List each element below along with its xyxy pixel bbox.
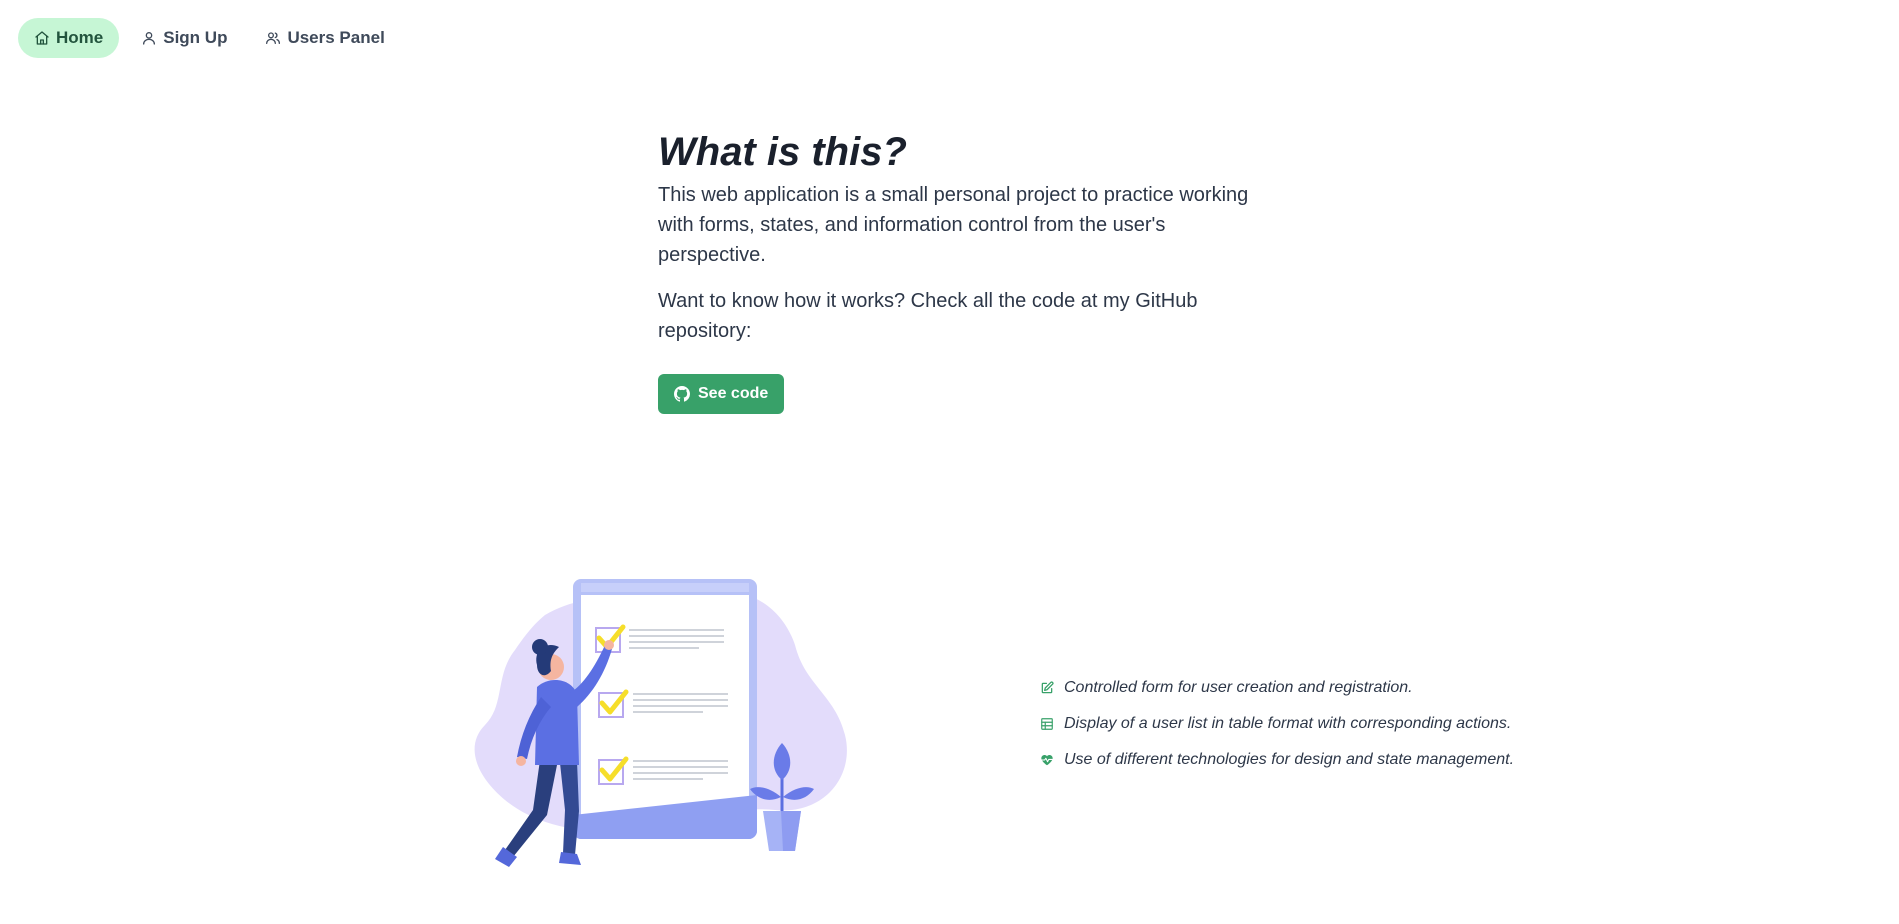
users-icon [266, 32, 281, 44]
github-icon [674, 386, 690, 402]
feature-item: Use of different technologies for design… [1040, 742, 1514, 778]
table-icon [1041, 718, 1053, 730]
nav-link-users-panel[interactable]: Users Panel [249, 18, 400, 58]
intro-paragraph-github: Want to know how it works? Check all the… [658, 290, 1198, 342]
nav-link-label: Home [56, 28, 104, 47]
see-code-label: See code [698, 385, 769, 402]
checklist-illustration [474, 579, 847, 867]
top-navigation: Home Sign Up Users Panel [18, 18, 401, 58]
feature-item: Controlled form for user creation and re… [1040, 670, 1514, 706]
feature-text: Controlled form for user creation and re… [1064, 679, 1413, 696]
feature-text: Use of different technologies for design… [1064, 751, 1515, 768]
user-icon [143, 32, 156, 45]
feature-text: Display of a user list in table format w… [1064, 715, 1512, 732]
person-hair-bun [532, 639, 548, 655]
tablet-status-bar [581, 583, 749, 592]
nav-link-sign-up[interactable]: Sign Up [125, 18, 243, 58]
see-code-button[interactable]: See code [658, 374, 785, 414]
edit-icon [1041, 681, 1054, 694]
nav-link-home[interactable]: Home [18, 18, 120, 58]
page-title: What is this? [658, 130, 907, 174]
person-shoe-front [559, 852, 581, 865]
intro-paragraph: This web application is a small personal… [658, 184, 1249, 266]
heart-icon [1041, 755, 1053, 766]
intro-section: What is this? This web application is a … [658, 128, 1268, 414]
nav-link-label: Sign Up [163, 28, 228, 47]
nav-link-label: Users Panel [287, 28, 385, 47]
feature-item: Display of a user list in table format w… [1040, 706, 1514, 742]
person-hand-raised [604, 640, 614, 650]
features-list: Controlled form for user creation and re… [1040, 670, 1514, 778]
person-hand-lower [516, 756, 526, 766]
home-icon [35, 31, 49, 45]
